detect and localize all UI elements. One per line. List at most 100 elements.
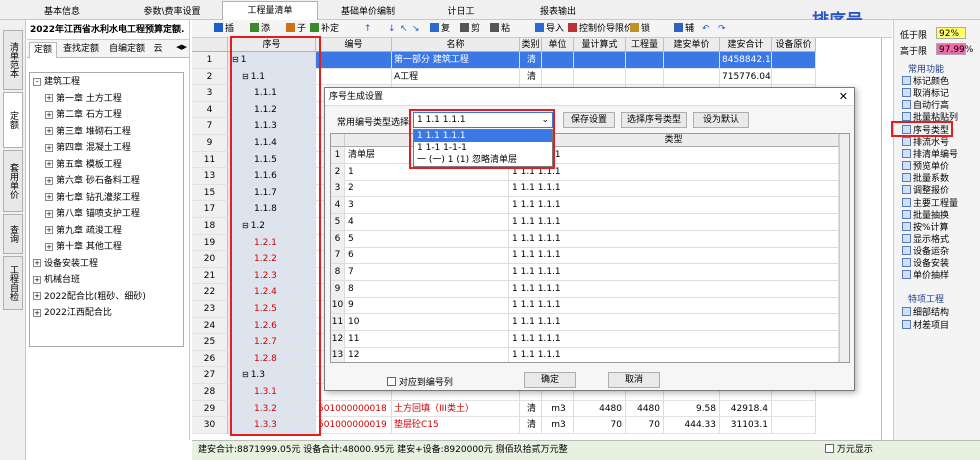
- grid-cell-unit[interactable]: [542, 68, 574, 86]
- grid-cell-total[interactable]: 715776.04: [720, 68, 772, 86]
- grid-cell-price[interactable]: [664, 68, 720, 86]
- grid-cell-unit[interactable]: m3: [542, 417, 574, 434]
- function-item[interactable]: 主要工程量: [902, 197, 958, 209]
- grid-cell-seq[interactable]: 1.1.3: [228, 118, 316, 135]
- expand-icon[interactable]: +: [33, 292, 41, 300]
- side-tab[interactable]: 查询: [3, 214, 23, 254]
- select-seq-type-button[interactable]: 选择序号类型: [621, 112, 687, 128]
- table-row[interactable]: 2 ⊟ 1.1 A工程清 715776.04: [192, 68, 881, 86]
- tree-expander[interactable]: ⊟: [242, 72, 249, 81]
- quota-tree-node[interactable]: + 第五章 模板工程: [45, 158, 122, 173]
- quota-tree-node[interactable]: + 第二章 石方工程: [45, 108, 122, 123]
- grid-cell-equip[interactable]: [772, 52, 816, 69]
- side-tab[interactable]: 工程自检: [3, 256, 23, 310]
- grid-cell-seq[interactable]: 1.2.4: [228, 284, 316, 301]
- grid-cell-expr[interactable]: [574, 68, 626, 86]
- grid-cell-seq[interactable]: 1.2.5: [228, 301, 316, 318]
- arrow-left-icon[interactable]: ↖: [400, 22, 408, 36]
- child-button[interactable]: 子: [286, 22, 306, 36]
- insert-button[interactable]: 插: [214, 22, 234, 36]
- expand-icon[interactable]: +: [45, 143, 53, 152]
- undo-icon[interactable]: ↶: [702, 22, 710, 36]
- grid-cell-unit[interactable]: m3: [542, 400, 574, 418]
- grid-cell-equip[interactable]: [772, 417, 816, 434]
- grid-cell-seq[interactable]: 1.3.2: [228, 400, 316, 418]
- grid-cell-seq[interactable]: 1.1.7: [228, 184, 316, 202]
- grid-cell-code[interactable]: [316, 52, 392, 69]
- dropdown-option[interactable]: 1 1.1 1.1.1: [414, 130, 552, 142]
- dialog-type-cell[interactable]: 1 1.1 1.1.1: [509, 297, 839, 315]
- tree-expander[interactable]: ⊟: [232, 55, 239, 64]
- dialog-level-cell[interactable]: 3: [345, 197, 509, 215]
- grid-cell-code[interactable]: [316, 68, 392, 86]
- chevron-down-icon[interactable]: ⌄: [541, 113, 549, 127]
- function-item[interactable]: 取消标记: [902, 88, 949, 99]
- function-item[interactable]: 排流水号: [902, 136, 949, 148]
- dialog-type-cell[interactable]: 1 1.1 1.1.1: [509, 330, 839, 348]
- grid-cell-total[interactable]: 8458842.1: [720, 52, 772, 69]
- price-limit-button[interactable]: 控制价导限价: [568, 22, 633, 36]
- function-item[interactable]: 批量抽换: [902, 209, 949, 221]
- quota-tree-node[interactable]: + 第三章 堆砌石工程: [45, 125, 131, 140]
- quota-tree-node[interactable]: + 设备安装工程: [33, 257, 98, 272]
- grid-cell-total[interactable]: 31103.1: [720, 417, 772, 434]
- function-item[interactable]: 批量粘贴列: [902, 112, 958, 123]
- quota-tree-node[interactable]: + 第七章 钻孔灌浆工程: [45, 191, 140, 206]
- dialog-type-cell[interactable]: 1 1.1 1.1.1: [509, 314, 839, 331]
- expand-icon[interactable]: +: [45, 209, 53, 218]
- collapse-icon[interactable]: -: [33, 77, 41, 86]
- expand-icon[interactable]: +: [45, 127, 53, 135]
- table-row[interactable]: 30 1.3.3 501000000019 垫层砼C15 清 m3 70 70 444.33 31…: [192, 417, 881, 434]
- function-item[interactable]: 显示格式: [902, 233, 949, 245]
- dialog-type-cell[interactable]: 1 1.1 1.1.1: [509, 247, 839, 265]
- grid-cell-qty[interactable]: [626, 68, 664, 86]
- function-item[interactable]: 批量系数: [902, 173, 949, 184]
- dialog-level-cell[interactable]: 10: [345, 314, 509, 331]
- function-item[interactable]: 调整报价: [902, 185, 949, 196]
- special-item[interactable]: 材差项目: [902, 319, 949, 331]
- dialog-type-cell[interactable]: 1 1.1 1.1.1: [509, 147, 839, 164]
- function-item[interactable]: 设备安装: [902, 258, 949, 269]
- redo-icon[interactable]: ↷: [718, 22, 726, 36]
- dialog-type-cell[interactable]: 1 1.1 1.1.1: [509, 263, 839, 281]
- grid-cell-seq[interactable]: 1.1.4: [228, 135, 316, 152]
- expand-icon[interactable]: +: [45, 176, 53, 185]
- seq-type-combo[interactable]: 1 1.1 1.1.1 ⌄: [413, 112, 553, 128]
- function-item[interactable]: 预览单价: [902, 161, 949, 172]
- expand-icon[interactable]: +: [33, 275, 41, 284]
- dialog-level-cell[interactable]: 12: [345, 347, 509, 362]
- expand-icon[interactable]: +: [45, 193, 53, 201]
- quota-tree-node[interactable]: - 建筑工程: [33, 75, 80, 90]
- grid-cell-expr[interactable]: 70: [574, 417, 626, 434]
- map-to-code-checkbox[interactable]: [387, 377, 396, 386]
- quota-tree-node[interactable]: + 第八章 锚喷支护工程: [45, 207, 140, 222]
- grid-cell-name[interactable]: 土方回填（III类土）: [392, 400, 520, 418]
- grid-cell-seq[interactable]: ⊟ 1: [228, 52, 316, 69]
- lock-button[interactable]: 锁: [630, 22, 650, 36]
- top-tab[interactable]: 基础单价编制: [318, 2, 418, 20]
- grid-cell-seq[interactable]: 1.3.1: [228, 384, 316, 401]
- dialog-level-cell[interactable]: 9: [345, 297, 509, 315]
- dialog-level-cell[interactable]: 11: [345, 330, 509, 348]
- grid-cell-seq[interactable]: ⊟ 1.2: [228, 218, 316, 235]
- dialog-type-cell[interactable]: 1 1.1 1.1.1: [509, 213, 839, 231]
- grid-cell-price[interactable]: 444.33: [664, 417, 720, 434]
- paste-button[interactable]: 粘: [490, 22, 510, 36]
- subtab-scroll-icon[interactable]: ◀▶: [176, 43, 187, 51]
- side-tab[interactable]: 套用单价: [3, 150, 23, 212]
- left-subtab[interactable]: 云: [151, 42, 165, 58]
- low-limit-value[interactable]: 92%: [936, 27, 966, 39]
- dropdown-option[interactable]: 1 1-1 1-1-1: [414, 142, 552, 154]
- left-subtab[interactable]: 定额: [29, 42, 57, 58]
- set-default-button[interactable]: 设为默认: [693, 112, 749, 128]
- top-tab[interactable]: 工程量清单: [222, 1, 318, 21]
- function-item[interactable]: 排清单编号: [902, 148, 958, 160]
- close-icon[interactable]: ✕: [839, 91, 848, 102]
- grid-cell-seq[interactable]: 1.1.6: [228, 168, 316, 185]
- expand-icon[interactable]: +: [45, 160, 53, 168]
- grid-cell-price[interactable]: [664, 52, 720, 69]
- grid-cell-expr[interactable]: [574, 52, 626, 69]
- high-limit-value[interactable]: 97.99%: [936, 43, 973, 55]
- grid-cell-seq[interactable]: 1.2.6: [228, 317, 316, 335]
- grid-cell-qty[interactable]: 4480: [626, 400, 664, 418]
